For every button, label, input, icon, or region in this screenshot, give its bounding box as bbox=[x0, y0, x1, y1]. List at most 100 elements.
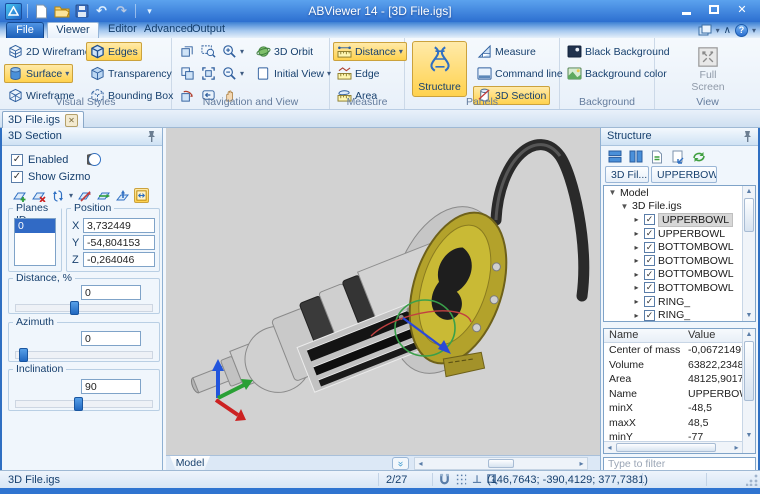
close-button[interactable]: ✕ bbox=[728, 0, 756, 18]
surface-button[interactable]: Surface▾ bbox=[4, 64, 73, 83]
tree-item[interactable]: ▸✓BOTTOMBOWL bbox=[604, 281, 755, 295]
tree-item[interactable]: ▸✓UPPERBOWL bbox=[604, 227, 755, 241]
refresh-structure-icon[interactable] bbox=[649, 149, 664, 164]
qat-customize-icon[interactable]: ▾ bbox=[141, 3, 158, 20]
expand-icon[interactable]: ▸ bbox=[632, 243, 641, 252]
scrollbar-thumb[interactable] bbox=[744, 341, 754, 401]
inclination-slider-thumb[interactable] bbox=[74, 397, 83, 411]
filter-input[interactable] bbox=[603, 457, 756, 471]
tree-item[interactable]: ▸✓BOTTOMBOWL bbox=[604, 254, 755, 268]
properties-scrollbar[interactable]: ▲ ▼ bbox=[742, 329, 755, 453]
full-screen-button[interactable]: Full Screen bbox=[680, 41, 736, 97]
scrollbar-thumb[interactable] bbox=[488, 459, 514, 468]
show-gizmo-checkbox[interactable]: ✓ Show Gizmo bbox=[11, 171, 90, 183]
scrollbar-thumb[interactable] bbox=[744, 198, 754, 232]
export-structure-icon[interactable] bbox=[670, 149, 685, 164]
tree-checkbox-icon[interactable]: ✓ bbox=[644, 242, 655, 253]
scroll-left-icon[interactable]: ◂ bbox=[415, 458, 426, 469]
tab-editor[interactable]: Editor bbox=[104, 22, 141, 38]
switch-view-icon[interactable] bbox=[176, 64, 199, 83]
minimize-button[interactable] bbox=[672, 0, 700, 18]
edges-button[interactable]: Edges bbox=[86, 42, 142, 61]
tree-node-file[interactable]: ▼3D File.igs bbox=[604, 200, 755, 214]
property-row[interactable]: Center of mass-0,0672149757 bbox=[604, 343, 755, 358]
tab-output[interactable]: Output bbox=[188, 22, 229, 38]
expand-icon[interactable]: ▸ bbox=[632, 297, 641, 306]
azimuth-slider-thumb[interactable] bbox=[19, 348, 28, 362]
property-row[interactable]: Area48125,9017897 bbox=[604, 372, 755, 387]
position-z-field[interactable] bbox=[83, 252, 155, 267]
tree-checkbox-icon[interactable]: ✓ bbox=[644, 255, 655, 266]
expand-icon[interactable]: ▸ bbox=[632, 256, 641, 265]
tree-scrollbar[interactable]: ▲ ▼ bbox=[742, 186, 755, 321]
tree-checkbox-icon[interactable]: ✓ bbox=[644, 269, 655, 280]
orbit-button[interactable]: 3D Orbit bbox=[252, 42, 317, 61]
open-folder-icon[interactable] bbox=[53, 3, 70, 20]
inclination-field[interactable] bbox=[81, 379, 141, 394]
tree-item[interactable]: ▸✓BOTTOMBOWL bbox=[604, 268, 755, 282]
add-plane-icon[interactable] bbox=[12, 188, 27, 203]
name-column-header[interactable]: Name bbox=[604, 329, 688, 342]
viewport-3d[interactable] bbox=[166, 128, 600, 455]
tree-item[interactable]: ▸✓BOTTOMBOWL bbox=[604, 240, 755, 254]
viewport-horizontal-scrollbar[interactable]: ◂ ▸ bbox=[414, 457, 588, 470]
expand-icon[interactable]: ▸ bbox=[632, 215, 641, 224]
delete-plane-icon[interactable] bbox=[31, 188, 46, 203]
document-tab[interactable]: 3D File.igs ✕ bbox=[2, 111, 84, 128]
redo-icon[interactable]: ↷ bbox=[113, 3, 130, 20]
tree-checkbox-icon[interactable]: ✓ bbox=[644, 228, 655, 239]
initial-view-button[interactable]: Initial View▾ bbox=[252, 64, 335, 83]
measure-panel-button[interactable]: Measure bbox=[473, 42, 540, 61]
azimuth-slider[interactable] bbox=[15, 351, 153, 359]
azimuth-field[interactable] bbox=[81, 331, 141, 346]
file-menu-button[interactable]: File bbox=[6, 22, 44, 38]
property-row[interactable]: minX-48,5 bbox=[604, 401, 755, 416]
plane-z-icon[interactable] bbox=[115, 188, 130, 203]
enabled-checkbox[interactable]: ✓ Enabled bbox=[11, 152, 102, 167]
pin-icon[interactable] bbox=[741, 130, 754, 143]
distance-slider[interactable] bbox=[15, 304, 153, 312]
plane-y-icon[interactable] bbox=[96, 188, 111, 203]
tree-checkbox-icon[interactable]: ✓ bbox=[644, 310, 655, 321]
app-logo-icon[interactable] bbox=[5, 3, 22, 20]
ortho-icon[interactable]: ⊥ bbox=[472, 473, 482, 486]
property-row[interactable]: maxX48,5 bbox=[604, 416, 755, 431]
collapse-ribbon-icon[interactable]: ∧ bbox=[724, 23, 731, 37]
document-close-icon[interactable]: ✕ bbox=[65, 114, 78, 127]
layouts-list-button[interactable]: « bbox=[392, 457, 409, 470]
magnet-icon[interactable] bbox=[438, 473, 451, 486]
expand-icon[interactable]: ▸ bbox=[632, 283, 641, 292]
expand-icon[interactable]: ▸ bbox=[632, 270, 641, 279]
tree-checkbox-icon[interactable]: ✓ bbox=[644, 282, 655, 293]
planes-id-item[interactable]: 0 bbox=[15, 219, 55, 233]
plane-x-icon[interactable] bbox=[77, 188, 92, 203]
distance-field[interactable] bbox=[81, 285, 141, 300]
windows-panels-caret-icon[interactable]: ▾ bbox=[716, 23, 720, 37]
tab-viewer-3d[interactable]: Viewer 3D bbox=[47, 22, 99, 38]
zoom-window-icon[interactable] bbox=[197, 42, 220, 61]
position-y-field[interactable] bbox=[83, 235, 155, 250]
tree-checkbox-icon[interactable]: ✓ bbox=[644, 296, 655, 307]
tree-checkbox-icon[interactable]: ✓ bbox=[644, 214, 655, 225]
scroll-down-icon[interactable]: ▼ bbox=[743, 430, 755, 441]
collapse-icon[interactable]: ▼ bbox=[608, 188, 617, 197]
scroll-left-icon[interactable]: ◂ bbox=[604, 442, 615, 453]
tree-item[interactable]: ▸✓RING_ bbox=[604, 308, 755, 322]
tree-node-model[interactable]: ▼Model bbox=[604, 186, 755, 200]
sync-structure-icon[interactable] bbox=[691, 149, 706, 164]
property-row[interactable]: Volume63822,2348948 bbox=[604, 358, 755, 373]
maximize-button[interactable] bbox=[700, 0, 728, 18]
tree-item[interactable]: ▸✓RING_ bbox=[604, 295, 755, 309]
collapse-icon[interactable]: ▼ bbox=[620, 202, 629, 211]
help-caret-icon[interactable]: ▾ bbox=[752, 23, 756, 37]
measure-distance-button[interactable]: Distance▾ bbox=[333, 42, 407, 61]
scroll-down-icon[interactable]: ▼ bbox=[743, 310, 755, 321]
flip-plane-icon[interactable] bbox=[50, 188, 65, 203]
inclination-slider[interactable] bbox=[15, 400, 153, 408]
zoom-extents-icon[interactable] bbox=[197, 64, 220, 83]
pin-icon[interactable] bbox=[145, 130, 158, 143]
expand-icon[interactable]: ▸ bbox=[632, 229, 641, 238]
structure-tab-upperbowl[interactable]: UPPERBOWL bbox=[651, 166, 717, 183]
expand-icon[interactable]: ▸ bbox=[632, 311, 641, 320]
zoom-in-button[interactable]: ▾ bbox=[218, 42, 248, 61]
